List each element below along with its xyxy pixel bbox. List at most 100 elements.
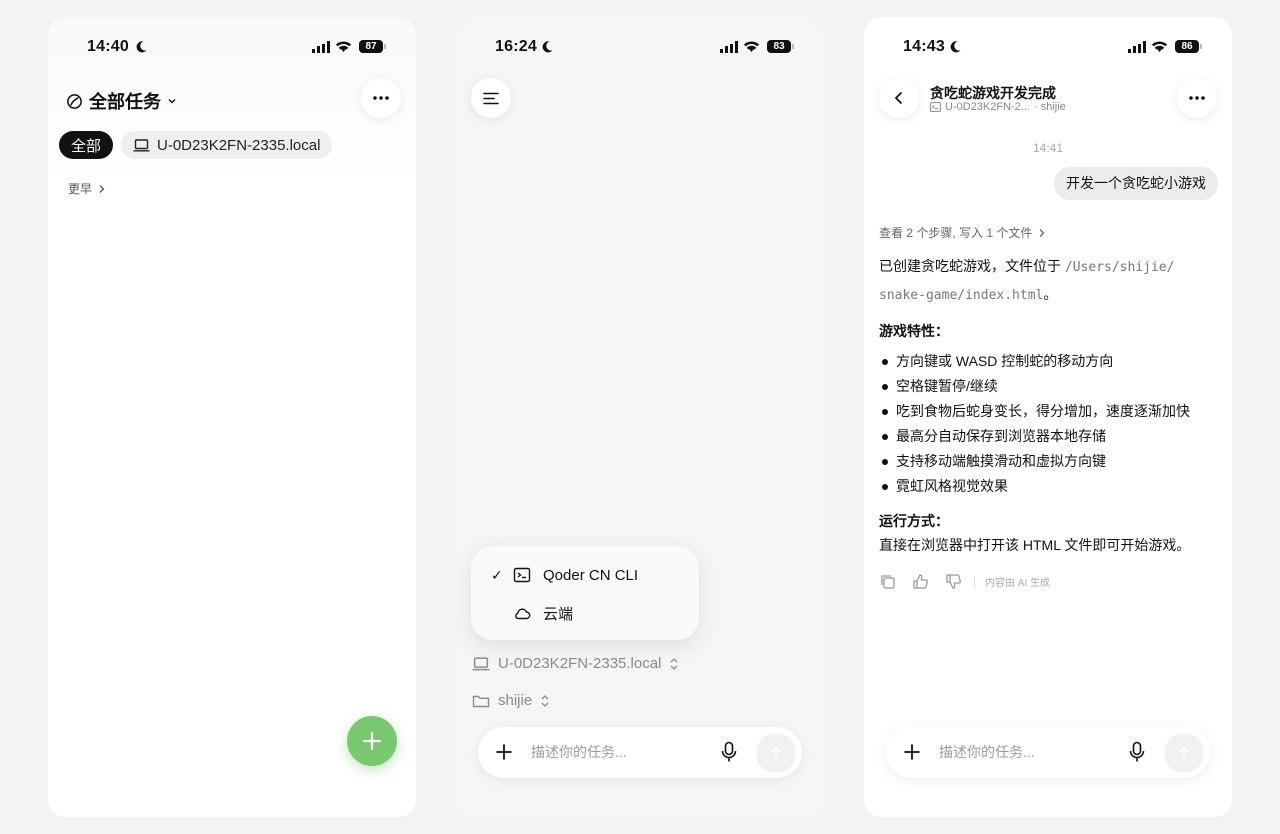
list-item: 空格键暂停/继续 xyxy=(879,374,1219,399)
battery-indicator: 86 xyxy=(1175,40,1202,53)
microphone-icon[interactable] xyxy=(719,741,739,763)
list-item: 支持移动端触摸滑动和虚拟方向键 xyxy=(879,449,1219,474)
plus-icon xyxy=(362,731,382,751)
terminal-icon xyxy=(513,567,531,583)
task-input[interactable]: 描述你的任务... xyxy=(939,742,1035,762)
features-heading: 游戏特性： xyxy=(879,323,949,339)
copy-icon[interactable] xyxy=(879,573,896,590)
task-title: 贪吃蛇游戏开发完成 xyxy=(930,85,1056,101)
more-options-button[interactable] xyxy=(1177,78,1217,118)
run-heading: 运行方式： xyxy=(879,513,949,529)
task-list-screen: 14:40 87 全部任务 全部 U-0D23K2FN-2335.local 更… xyxy=(48,17,416,817)
page-title: 全部任务 xyxy=(89,92,161,112)
moon-icon xyxy=(950,41,961,53)
task-input[interactable]: 描述你的任务... xyxy=(531,742,627,762)
task-composer: 描述你的任务... xyxy=(886,727,1210,778)
list-item: 霓虹风格视觉效果 xyxy=(879,474,1219,499)
chevron-right-icon xyxy=(1039,228,1045,237)
task-filter-dropdown[interactable]: 全部任务 xyxy=(66,88,177,114)
features-list: 方向键或 WASD 控制蛇的移动方向 空格键暂停/继续 吃到食物后蛇身变长，得分… xyxy=(879,349,1219,499)
laptop-icon xyxy=(472,656,490,670)
attach-plus-icon[interactable] xyxy=(901,741,923,763)
laptop-icon xyxy=(133,138,150,151)
send-button[interactable] xyxy=(1164,733,1204,773)
filter-chip-device[interactable]: U-0D23K2FN-2335.local xyxy=(121,131,333,159)
filter-chips: 全部 U-0D23K2FN-2335.local xyxy=(59,131,333,159)
thumbs-up-icon[interactable] xyxy=(912,573,929,590)
signal-icon xyxy=(1128,41,1146,53)
file-path: snake-game/index.html xyxy=(879,288,1044,303)
microphone-icon[interactable] xyxy=(1127,741,1147,763)
battery-indicator: 87 xyxy=(359,40,386,53)
terminal-icon xyxy=(930,102,941,112)
chevron-updown-icon xyxy=(670,657,678,670)
list-item: 吃到食物后蛇身变长，得分增加，速度逐渐加快 xyxy=(879,399,1219,424)
arrow-up-icon xyxy=(770,746,782,759)
chevron-updown-icon xyxy=(541,694,549,707)
task-context: U-0D23K2FN-2... · shijie xyxy=(930,101,1066,113)
runtime-option-cli[interactable]: ✓ Qoder CN CLI xyxy=(491,564,638,586)
leaf-logo-icon xyxy=(67,93,82,109)
status-time: 14:43 xyxy=(903,38,945,55)
message-actions: 内容由 AI 生成 xyxy=(879,573,1050,590)
device-selector[interactable]: U-0D23K2FN-2335.local xyxy=(472,655,679,672)
wifi-icon xyxy=(1152,41,1167,52)
back-button[interactable] xyxy=(879,78,919,118)
cloud-icon xyxy=(515,608,531,620)
arrow-up-icon xyxy=(1178,746,1190,759)
wifi-icon xyxy=(336,41,351,52)
steps-summary[interactable]: 查看 2 个步骤, 写入 1 个文件 xyxy=(879,224,1045,241)
folder-label: shijie xyxy=(498,692,533,709)
hamburger-icon xyxy=(483,92,499,104)
new-task-screen: 16:24 83 ✓ Qoder CN CLI 云端 U-0D23K2FN-23… xyxy=(456,17,824,817)
runtime-option-cloud[interactable]: 云端 xyxy=(491,602,573,624)
runtime-option-label: 云端 xyxy=(543,605,574,623)
task-folder-label: · shijie xyxy=(1033,101,1066,113)
more-dots-icon xyxy=(373,96,389,100)
signal-icon xyxy=(720,41,738,53)
new-task-button[interactable] xyxy=(347,716,397,766)
sidebar-menu-button[interactable] xyxy=(471,78,511,118)
battery-indicator: 83 xyxy=(767,40,794,53)
moon-icon xyxy=(136,41,147,53)
filter-chip-label: 全部 xyxy=(71,137,102,155)
signal-icon xyxy=(312,41,330,53)
attach-plus-icon[interactable] xyxy=(493,741,515,763)
status-time: 16:24 xyxy=(495,38,537,55)
thumbs-down-icon[interactable] xyxy=(945,573,962,590)
runtime-menu: ✓ Qoder CN CLI 云端 xyxy=(471,546,699,640)
check-icon: ✓ xyxy=(491,566,503,583)
user-message-bubble: 开发一个贪吃蛇小游戏 xyxy=(1054,167,1218,200)
status-time: 14:40 xyxy=(87,38,129,55)
ai-generated-note: 内容由 AI 生成 xyxy=(985,578,1051,589)
task-device-label: U-0D23K2FN-2... xyxy=(945,101,1030,113)
folder-icon xyxy=(472,695,490,707)
file-path: /Users/shijie/ xyxy=(1064,260,1175,275)
moon-icon xyxy=(542,41,553,53)
filter-chip-label: U-0D23K2FN-2335.local xyxy=(157,136,321,154)
chevron-down-icon xyxy=(168,99,176,104)
chevron-right-icon xyxy=(99,184,105,193)
status-bar: 16:24 83 xyxy=(456,37,824,57)
wifi-icon xyxy=(744,41,759,52)
message-timestamp: 14:41 xyxy=(1032,141,1064,155)
task-chat-screen: 14:43 86 贪吃蛇游戏开发完成 U-0D23K2FN-2... · shi… xyxy=(864,17,1232,817)
filter-chip-all[interactable]: 全部 xyxy=(59,131,114,159)
runtime-option-label: Qoder CN CLI xyxy=(543,566,639,584)
section-earlier[interactable]: 更早 xyxy=(68,180,105,197)
reply-intro: 已创建贪吃蛇游戏，文件位于 /Users/shijie/snake-game/i… xyxy=(879,258,1175,303)
send-button[interactable] xyxy=(756,733,796,773)
more-options-button[interactable] xyxy=(361,78,401,118)
task-composer: 描述你的任务... xyxy=(478,727,802,778)
folder-selector[interactable]: shijie xyxy=(472,692,550,709)
steps-summary-label: 查看 2 个步骤, 写入 1 个文件 xyxy=(879,226,1033,240)
assistant-reply: 已创建贪吃蛇游戏，文件位于 /Users/shijie/snake-game/i… xyxy=(879,253,1219,557)
list-item: 最高分自动保存到浏览器本地存储 xyxy=(879,424,1219,449)
status-bar: 14:40 87 xyxy=(48,37,416,57)
run-text: 直接在浏览器中打开该 HTML 文件即可开始游戏。 xyxy=(879,537,1191,553)
section-label: 更早 xyxy=(68,182,93,196)
more-dots-icon xyxy=(1189,96,1205,100)
chevron-left-icon xyxy=(894,91,903,105)
status-bar: 14:43 86 xyxy=(864,37,1232,57)
list-item: 方向键或 WASD 控制蛇的移动方向 xyxy=(879,349,1219,374)
